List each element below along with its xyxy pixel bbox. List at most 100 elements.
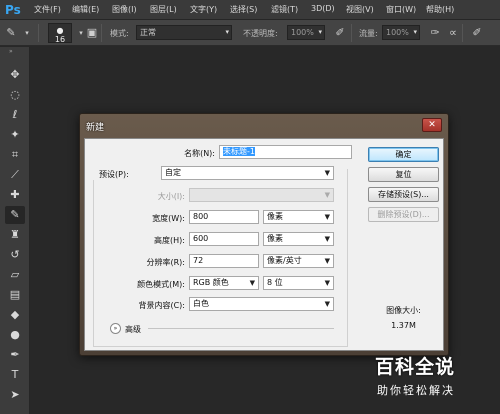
chevron-down-icon: ▾ (225, 28, 229, 36)
divider (38, 24, 39, 42)
divider (462, 24, 463, 42)
menu-help[interactable]: 帮助(H) (426, 4, 454, 15)
advanced-label: 高级 (125, 325, 141, 334)
chevron-down-icon: ▼ (324, 279, 330, 287)
flow-label: 流量: (359, 29, 378, 38)
height-label: 高度(H): (154, 236, 185, 245)
crop-tool-icon[interactable]: ⌗ (5, 146, 25, 164)
width-unit: 像素 (267, 212, 283, 221)
width-unit-select[interactable]: 像素 ▼ (263, 210, 334, 224)
collapse-icon[interactable]: » (9, 48, 13, 55)
menu-file[interactable]: 文件(F) (34, 4, 61, 15)
chevron-down-icon: ▼ (324, 213, 330, 221)
menu-type[interactable]: 文字(Y) (190, 4, 217, 15)
history-brush-tool-icon[interactable]: ↺ (5, 246, 25, 264)
watermark-title: 百科全说 (375, 356, 456, 378)
lasso-tool-icon[interactable]: ℓ (5, 106, 25, 124)
background-value: 白色 (193, 299, 209, 308)
mode-value: 正常 (140, 28, 156, 37)
mode-select[interactable]: 正常 ▾ (136, 25, 232, 40)
airbrush-icon[interactable]: ✑ (428, 26, 442, 40)
menu-view[interactable]: 视图(V) (346, 4, 374, 15)
preset-value: 自定 (165, 168, 181, 177)
menu-select[interactable]: 选择(S) (230, 4, 257, 15)
marquee-tool-icon[interactable]: ◌ (5, 86, 25, 104)
move-tool-icon[interactable]: ✥ (5, 66, 25, 84)
brush-panel-icon[interactable]: ▣ (85, 26, 99, 40)
name-input[interactable]: 未标题-1 (219, 145, 352, 159)
path-select-tool-icon[interactable]: ➤ (5, 386, 25, 404)
reset-button[interactable]: 复位 (368, 167, 439, 182)
gradient-tool-icon[interactable]: ▤ (5, 286, 25, 304)
menu-layer[interactable]: 图层(L) (150, 4, 177, 15)
bit-depth-select[interactable]: 8 位 ▼ (263, 276, 334, 290)
size-select[interactable]: ▼ (189, 188, 334, 202)
chevron-down-icon: ▼ (324, 191, 330, 199)
dodge-tool-icon[interactable]: ● (5, 326, 25, 344)
menu-bar: Ps 文件(F) 编辑(E) 图像(I) 图层(L) 文字(Y) 选择(S) 滤… (0, 0, 500, 20)
eraser-tool-icon[interactable]: ▱ (5, 266, 25, 284)
resolution-input[interactable]: 72 (189, 254, 259, 268)
clone-stamp-tool-icon[interactable]: ♜ (5, 226, 25, 244)
dialog-title: 新建 (86, 123, 105, 133)
chevron-down-icon: ▼ (324, 300, 330, 308)
color-mode-value: RGB 颜色 (193, 278, 229, 287)
background-label: 背景内容(C): (138, 301, 185, 310)
eyedropper-tool-icon[interactable]: ⟋ (5, 166, 25, 184)
image-size-label: 图像大小: (386, 306, 421, 315)
height-unit-select[interactable]: 像素 ▼ (263, 232, 334, 246)
menu-3d[interactable]: 3D(D) (311, 4, 335, 13)
menu-window[interactable]: 窗口(W) (386, 4, 416, 15)
delete-preset-button[interactable]: 删除预设(D)... (368, 207, 439, 222)
close-icon[interactable]: ✕ (422, 118, 442, 132)
chevron-down-icon: ▼ (249, 279, 255, 287)
menu-filter[interactable]: 滤镜(T) (271, 4, 298, 15)
options-bar: ✎ ▾ ● 16 ▾ ▣ 模式: 正常 ▾ 不透明度: 100% ▾ ✐ 流量:… (0, 20, 500, 46)
chevron-down-icon: ▼ (324, 235, 330, 243)
chevron-double-down-icon: » (110, 323, 121, 334)
preset-select[interactable]: 自定 ▼ (161, 166, 334, 180)
healing-brush-tool-icon[interactable]: ✚ (5, 186, 25, 204)
brush-preset-icon[interactable]: ✎ (4, 26, 18, 40)
pressure-opacity-icon[interactable]: ✐ (333, 26, 347, 40)
pen-tool-icon[interactable]: ✒ (5, 346, 25, 364)
resolution-value: 72 (193, 256, 204, 265)
chevron-down-icon[interactable]: ▾ (20, 26, 34, 40)
opacity-input[interactable]: 100% ▾ (287, 25, 325, 40)
chevron-down-icon: ▾ (413, 28, 417, 36)
menu-image[interactable]: 图像(I) (112, 4, 137, 15)
background-select[interactable]: 白色 ▼ (189, 297, 334, 311)
smoothing-icon[interactable]: ∝ (446, 26, 460, 40)
type-tool-icon[interactable]: T (5, 366, 25, 384)
dialog-body: 名称(N): 未标题-1 预设(P): 自定 ▼ 大小(I): ▼ 宽度(W):… (84, 138, 444, 351)
name-value: 未标题-1 (223, 147, 255, 156)
size-label: 大小(I): (157, 192, 185, 201)
color-mode-select[interactable]: RGB 颜色 ▼ (189, 276, 259, 290)
height-value: 600 (193, 234, 209, 243)
width-input[interactable]: 800 (189, 210, 259, 224)
pressure-size-icon[interactable]: ✐ (470, 26, 484, 40)
watermark-subtitle: 助你轻松解决 (377, 384, 455, 397)
resolution-unit: 像素/英寸 (267, 256, 302, 265)
quick-select-tool-icon[interactable]: ✦ (5, 126, 25, 144)
divider (101, 24, 102, 42)
tools-panel: » ✥ ◌ ℓ ✦ ⌗ ⟋ ✚ ✎ ♜ ↺ ▱ ▤ ◆ ● ✒ T ➤ (0, 47, 30, 414)
height-unit: 像素 (267, 234, 283, 243)
preset-label: 预设(P): (89, 169, 159, 180)
blur-tool-icon[interactable]: ◆ (5, 306, 25, 324)
image-size-value: 1.37M (391, 321, 416, 330)
brush-size-picker[interactable]: ● 16 (48, 23, 72, 44)
width-value: 800 (193, 212, 209, 221)
name-label: 名称(N): (184, 149, 215, 158)
watermark: 百科全说 助你轻松解决 (363, 352, 495, 408)
menu-edit[interactable]: 编辑(E) (72, 4, 99, 15)
height-input[interactable]: 600 (189, 232, 259, 246)
brush-tool-icon[interactable]: ✎ (5, 206, 25, 224)
save-preset-button[interactable]: 存储预设(S)... (368, 187, 439, 202)
ok-button[interactable]: 确定 (368, 147, 439, 162)
chevron-down-icon: ▼ (324, 257, 330, 265)
resolution-unit-select[interactable]: 像素/英寸 ▼ (263, 254, 334, 268)
advanced-toggle[interactable]: » 高级 (110, 323, 336, 335)
new-document-dialog: 新建 ✕ 名称(N): 未标题-1 预设(P): 自定 ▼ 大小(I): ▼ 宽… (79, 113, 449, 356)
flow-input[interactable]: 100% ▾ (382, 25, 420, 40)
